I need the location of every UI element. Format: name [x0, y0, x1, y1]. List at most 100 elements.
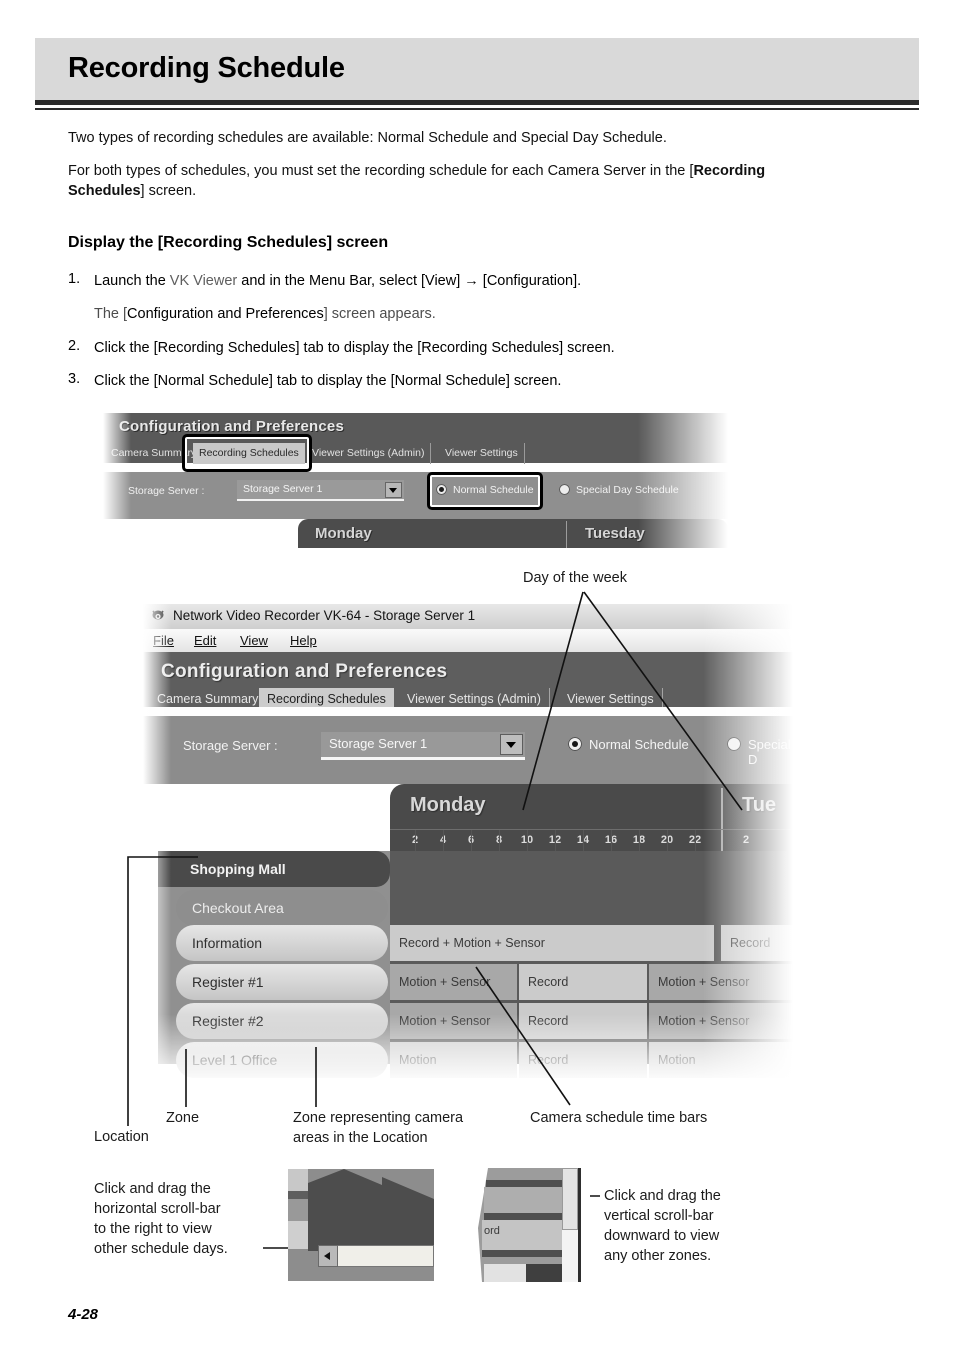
fig2-caption: Configuration and Preferences: [161, 661, 448, 682]
step-1-result-c: ] screen appears.: [323, 306, 436, 322]
hscroll-line1: Click and drag the: [94, 1181, 211, 1197]
fig2-divider: [143, 707, 793, 716]
fig2-row-label-column: Shopping Mall Checkout Area Information …: [158, 851, 390, 1078]
fig1-highlight-normal-schedule: [427, 472, 543, 510]
page-title: Recording Schedule: [68, 52, 345, 84]
fig2-hour-axis: 2 4 6 8 10 12 14 16 18 20 22 2: [390, 829, 793, 852]
table-cell[interactable]: Motion + Sensor: [390, 964, 517, 1000]
fig2-menu-file[interactable]: File: [153, 633, 174, 648]
header-rule-thin: [35, 108, 919, 110]
fig2-day-header-bar: Monday Tue: [390, 784, 793, 829]
intro-paragraph-2: For both types of schedules, you must se…: [68, 161, 898, 201]
hscroll-line2: horizontal scroll-bar: [94, 1201, 221, 1217]
fig2-radio-special-label: Special D: [748, 737, 791, 767]
detail-horizontal-scrollbar: [288, 1169, 434, 1281]
table-row[interactable]: Register #2: [176, 1003, 388, 1039]
table-cell[interactable]: Record: [519, 1003, 647, 1039]
chevron-down-icon[interactable]: [385, 482, 402, 498]
step-1-part-c: and in the Menu Bar, select [View] → [Co…: [237, 273, 582, 289]
fig2-menu-view[interactable]: View: [240, 633, 268, 648]
fig2-menu-bar: File Edit View Help: [143, 629, 793, 652]
scroll-left-arrow-icon[interactable]: [324, 1252, 330, 1260]
callout-day-of-week: Day of the week: [523, 570, 627, 586]
intro-p2-part1: For both types of schedules, you must se…: [68, 163, 694, 179]
fig1-settings-panel: Storage Server : Storage Server 1 Normal…: [103, 472, 728, 519]
table-cell[interactable]: Record + Motion + Sensor: [390, 925, 714, 961]
hscroll-line4: other schedule days.: [94, 1241, 228, 1257]
scrollbar-thumb[interactable]: [562, 1168, 578, 1230]
table-row[interactable]: Checkout Area: [176, 890, 388, 926]
table-row[interactable]: Level 1 Office: [176, 1042, 388, 1078]
fig2-title-bar: Network Video Recorder VK-64 - Storage S…: [143, 604, 793, 629]
intro-paragraph-1: Two types of recording schedules are ava…: [68, 130, 667, 146]
vscroll-line2: vertical scroll-bar: [604, 1208, 714, 1224]
fig2-storage-server-label: Storage Server :: [183, 738, 278, 753]
fig2-radio-normal-label: Normal Schedule: [589, 737, 689, 752]
callout-location: Location: [94, 1129, 149, 1145]
callout-vertical-scrollbar: Click and drag the vertical scroll-bar d…: [604, 1186, 804, 1266]
callout-zone-cameras-line1: Zone representing camera: [293, 1110, 464, 1126]
fig2-radio-normal-schedule[interactable]: [568, 737, 582, 751]
table-row[interactable]: Shopping Mall: [158, 851, 390, 887]
fig1-radio-special-day-schedule[interactable]: [559, 484, 570, 495]
step-1-part-b: VK Viewer: [169, 273, 238, 289]
fig2-day-tuesday: Tue: [742, 794, 777, 816]
detail-cell-label: ord: [484, 1225, 500, 1237]
detail-vertical-scrollbar: ord: [478, 1168, 590, 1282]
table-row[interactable]: Information: [176, 925, 388, 961]
fig1-day-box: Monday Tuesday: [298, 519, 728, 548]
table-cell[interactable]: Record: [721, 925, 793, 961]
fig2-menu-edit[interactable]: Edit: [194, 633, 216, 648]
fig2-window-title: Network Video Recorder VK-64 - Storage S…: [173, 608, 476, 623]
figure-normal-schedule-screen: Network Video Recorder VK-64 - Storage S…: [143, 604, 793, 1084]
fig1-day-monday: Monday: [315, 525, 372, 542]
fig1-tab-viewer-settings-admin[interactable]: Viewer Settings (Admin): [306, 443, 432, 464]
step-2-text: Click the [Recording Schedules] tab to d…: [94, 340, 615, 356]
table-cell[interactable]: Motion: [390, 1042, 517, 1078]
step-3-text: Click the [Normal Schedule] tab to displ…: [94, 373, 562, 389]
chevron-down-icon[interactable]: [500, 734, 523, 755]
fig1-storage-server-label: Storage Server :: [128, 485, 205, 497]
callout-zone-cameras: Zone representing camera areas in the Lo…: [293, 1108, 508, 1148]
table-cell[interactable]: Motion + Sensor: [649, 1003, 793, 1039]
step-1-text: Launch the VK Viewer and in the Menu Bar…: [94, 271, 894, 291]
fig2-schedule-cells: Record + Motion + Sensor Record Motion +…: [390, 851, 793, 1078]
fig1-caption: Configuration and Preferences: [119, 418, 345, 435]
fig1-highlight-recording-tab: [182, 434, 312, 472]
table-cell[interactable]: Motion + Sensor: [649, 964, 793, 1000]
step-2-number: 2.: [68, 338, 81, 354]
table-cell[interactable]: Record: [519, 1042, 647, 1078]
table-cell[interactable]: Motion: [649, 1042, 793, 1078]
callout-zone-cameras-line2: areas in the Location: [293, 1130, 428, 1146]
header-rule-thick: [35, 100, 919, 105]
fig2-day-monday: Monday: [410, 794, 486, 816]
fig2-settings-panel: Storage Server : Storage Server 1 Normal…: [143, 716, 793, 784]
table-cell[interactable]: Motion + Sensor: [390, 1003, 517, 1039]
step-3-number: 3.: [68, 371, 81, 387]
fig2-menu-help[interactable]: Help: [290, 633, 317, 648]
callout-time-bars: Camera schedule time bars: [530, 1110, 708, 1126]
vscroll-line4: any other zones.: [604, 1248, 712, 1264]
vscroll-line3: downward to view: [604, 1228, 720, 1244]
fig1-day-header: Monday Tuesday: [103, 519, 728, 548]
step-1-result-a: The [: [94, 306, 128, 322]
intro-p2-part2: ] screen.: [140, 183, 197, 199]
step-1-result-b: Configuration and Preferences: [127, 306, 324, 322]
fig1-radio-special-label: Special Day Schedule: [576, 484, 679, 496]
step-1-part-a: Launch the: [94, 273, 170, 289]
fig2-storage-server-value: Storage Server 1: [329, 736, 428, 751]
fig1-tab-viewer-settings[interactable]: Viewer Settings: [439, 443, 525, 464]
fig1-day-tuesday: Tuesday: [585, 525, 645, 542]
intro-p2-bold1: Recording: [693, 163, 766, 179]
callout-zone: Zone: [166, 1110, 200, 1126]
step-1-number: 1.: [68, 271, 81, 287]
intro-p2-bold2: Schedules: [68, 183, 141, 199]
section-heading: Display the [Recording Schedules] screen: [68, 234, 389, 251]
fig2-radio-special-day-schedule[interactable]: [727, 737, 741, 751]
page-footer: 4-28: [68, 1306, 99, 1323]
fig1-storage-server-select[interactable]: Storage Server 1: [237, 480, 404, 501]
table-row[interactable]: Register #1: [176, 964, 388, 1000]
fig1-storage-server-value: Storage Server 1: [243, 483, 323, 495]
table-cell[interactable]: Record: [519, 964, 647, 1000]
fig2-storage-server-select[interactable]: Storage Server 1: [321, 732, 525, 760]
